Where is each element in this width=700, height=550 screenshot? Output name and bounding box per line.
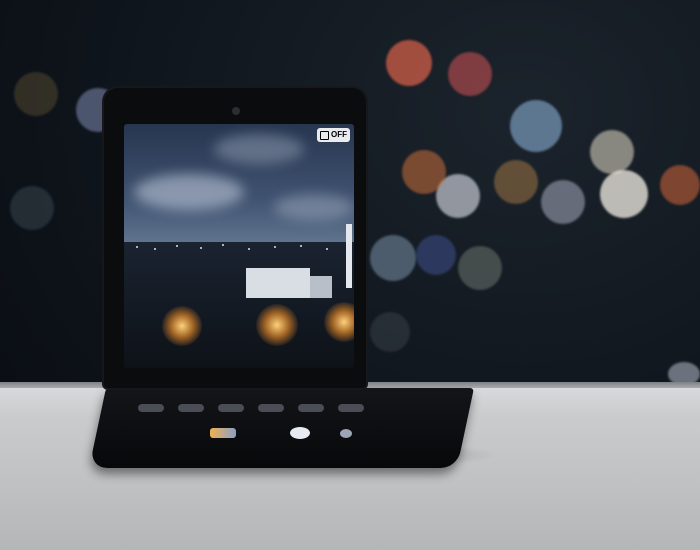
bokeh-light [458,246,502,290]
shutter-icon[interactable] [290,427,310,439]
camera-viewfinder: OFF [124,124,354,368]
city-light [326,248,328,250]
gallery-thumbnail[interactable] [210,428,236,438]
photo-scene: OFF [0,0,700,550]
building [246,268,310,298]
bokeh-light [590,130,634,174]
city-light [222,244,224,246]
switch-camera-icon[interactable] [340,429,352,438]
bokeh-light [600,170,648,218]
bokeh-light [402,150,446,194]
mode-item[interactable] [218,404,244,412]
flash-off-icon [320,130,329,140]
mode-item[interactable] [338,404,364,412]
bokeh-light [370,235,416,281]
mode-item[interactable] [258,404,284,412]
city-light [136,246,138,248]
city-light [300,245,302,247]
city-light [154,248,156,250]
city-light [248,248,250,250]
street-light-glow [256,304,298,346]
city-light [176,245,178,247]
bokeh-light [10,186,54,230]
flash-toggle-button[interactable]: OFF [317,128,350,142]
bokeh-light [494,160,538,204]
cloud [134,174,244,210]
building [346,224,352,288]
camera-controls [120,402,400,442]
bokeh-light [510,100,562,152]
cloud [214,134,304,164]
mode-item[interactable] [178,404,204,412]
bokeh-light [14,72,58,116]
bokeh-light [541,180,585,224]
bokeh-light [386,40,432,86]
mode-item[interactable] [298,404,324,412]
city-light [200,247,202,249]
front-camera-icon [232,107,240,115]
bokeh-light [448,52,492,96]
bokeh-light [660,165,700,205]
bokeh-light [370,312,410,352]
flash-label: OFF [331,130,347,139]
mode-item[interactable] [138,404,164,412]
street-light-glow [162,306,202,346]
bokeh-light [416,235,456,275]
cloud [274,194,354,220]
viewfinder-city [124,224,354,368]
city-light [274,246,276,248]
street-light-glow [324,302,354,342]
building [310,276,332,298]
phone-upper-half: OFF [104,88,366,388]
